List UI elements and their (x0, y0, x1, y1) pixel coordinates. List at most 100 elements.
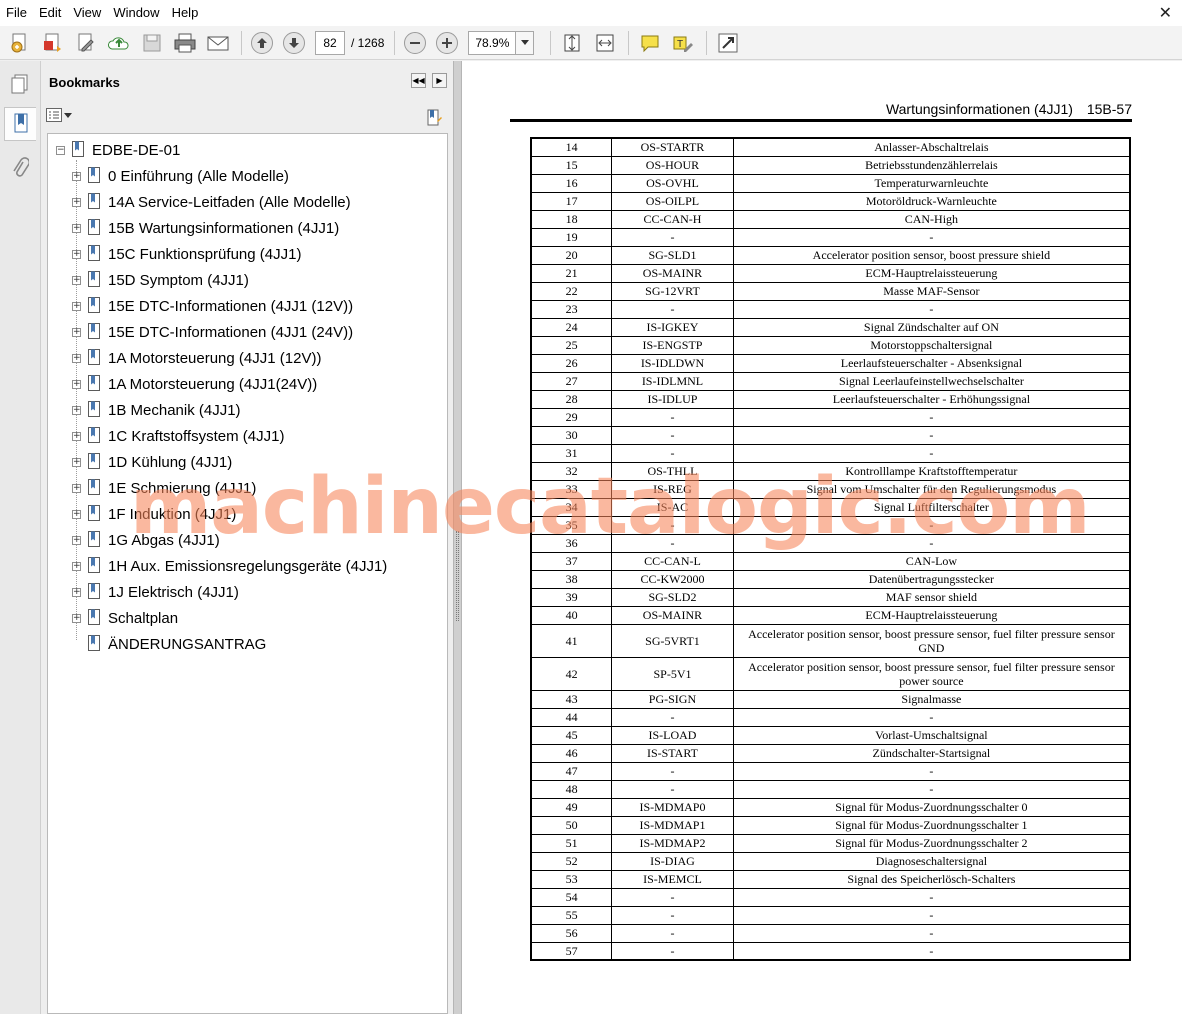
bookmark-item[interactable]: +1A Motorsteuerung (4JJ1(24V)) (72, 372, 317, 396)
fullscreen-icon[interactable] (716, 31, 740, 55)
expand-toggle[interactable]: + (72, 275, 81, 285)
bookmark-icon (88, 245, 100, 261)
zoom-in-icon[interactable] (436, 31, 459, 54)
bookmark-item[interactable]: + Schaltplan (72, 606, 178, 630)
description-cell: CAN-High (732, 209, 1131, 229)
fit-width-icon[interactable] (593, 31, 617, 55)
bookmark-item[interactable]: +1B Mechanik (4JJ1) (72, 398, 241, 422)
expand-toggle[interactable]: + (72, 509, 81, 519)
menu-edit[interactable]: Edit (33, 0, 67, 26)
bookmark-item[interactable]: +1H Aux. Emissionsregelungsgeräte (4JJ1) (72, 554, 387, 578)
bookmark-item[interactable]: +14A Service-Leitfaden (Alle Modelle) (72, 190, 351, 214)
table-row: 27 IS-IDLMNL Signal Leerlaufeinstellwechse… (530, 371, 1131, 391)
highlight-icon[interactable]: T (671, 31, 695, 55)
expand-toggle[interactable]: + (72, 353, 81, 363)
splitter-grip[interactable] (456, 531, 459, 621)
toolbar-separator (241, 30, 242, 55)
expand-toggle[interactable]: + (72, 483, 81, 493)
chevron-down-icon[interactable] (516, 30, 535, 55)
bookmark-item[interactable]: +1A Motorsteuerung (4JJ1 (12V)) (72, 346, 321, 370)
pin-number-cell: 56 (530, 923, 613, 943)
close-window-icon[interactable]: ✕ (1159, 3, 1172, 23)
bookmarks-icon[interactable] (4, 107, 36, 141)
bookmark-root[interactable]: − EDBE-DE-01 (56, 138, 180, 162)
bookmark-item[interactable]: +1G Abgas (4JJ1) (72, 528, 220, 552)
fit-page-icon[interactable] (560, 31, 584, 55)
expand-toggle[interactable]: + (72, 249, 81, 259)
page-up-icon[interactable] (251, 31, 273, 54)
bookmark-icon (88, 349, 100, 365)
expand-toggle[interactable]: + (72, 379, 81, 389)
attachments-icon[interactable] (4, 151, 36, 185)
collapse-toggle[interactable]: − (56, 145, 65, 155)
pin-number-cell: 15 (530, 155, 613, 175)
bookmark-item[interactable]: +15B Wartungsinformationen (4JJ1) (72, 216, 339, 240)
menu-view[interactable]: View (67, 0, 107, 26)
bookmark-item[interactable]: +15E DTC-Informationen (4JJ1 (24V)) (72, 320, 353, 344)
comment-icon[interactable] (638, 31, 662, 55)
print-icon[interactable] (173, 31, 197, 55)
expand-toggle[interactable]: + (72, 535, 81, 545)
document-page: Wartungsinformationen (4JJ1) 15B-57 14 OS… (462, 61, 1182, 1014)
bookmark-item[interactable]: +1E Schmierung (4JJ1) (72, 476, 256, 500)
bookmark-item[interactable]: +1J Elektrisch (4JJ1) (72, 580, 239, 604)
bookmark-item[interactable]: +15D Symptom (4JJ1) (72, 268, 249, 292)
bookmark-item[interactable]: +1F Induktion (4JJ1) (72, 502, 236, 526)
pin-number-cell: 47 (530, 761, 613, 781)
upload-cloud-icon[interactable] (107, 31, 131, 55)
expand-toggle[interactable]: + (72, 301, 81, 311)
page-thumbnails-icon[interactable] (4, 67, 36, 101)
chevron-down-icon (64, 112, 72, 118)
expand-toggle[interactable]: + (72, 171, 81, 181)
save-icon[interactable] (140, 31, 164, 55)
zoom-level-input[interactable]: 78.9% (468, 30, 517, 55)
signal-name-cell: SG-12VRT (611, 281, 734, 301)
page-down-icon[interactable] (283, 31, 305, 54)
table-row: 43 PG-SIGN Signalmasse (530, 689, 1131, 709)
bookmark-item[interactable]: +15C Funktionsprüfung (4JJ1) (72, 242, 301, 266)
bookmark-options-button[interactable] (46, 108, 72, 122)
expand-toggle[interactable]: + (72, 587, 81, 597)
bookmark-item[interactable]: +1D Kühlung (4JJ1) (72, 450, 232, 474)
create-pdf-icon[interactable] (8, 31, 32, 55)
description-cell: Motorstoppschaltersignal (732, 335, 1131, 355)
pin-number-cell: 17 (530, 191, 613, 211)
expand-toggle[interactable]: + (72, 431, 81, 441)
expand-toggle[interactable]: + (72, 405, 81, 415)
collapse-panel-icon[interactable]: ◀◀ (411, 73, 426, 88)
table-row: 30- - (530, 425, 1131, 445)
signal-name-cell: CC-CAN-H (611, 209, 734, 229)
panel-splitter[interactable] (453, 61, 462, 1014)
bookmark-item[interactable]: +15E DTC-Informationen (4JJ1 (12V)) (72, 294, 353, 318)
signal-name-cell: CC-KW2000 (611, 569, 734, 589)
edit-icon[interactable] (74, 31, 98, 55)
description-cell: MAF sensor shield (732, 587, 1131, 607)
description-cell: Motoröldruck-Warnleuchte (732, 191, 1131, 211)
new-bookmark-icon[interactable] (425, 109, 443, 130)
menu-window[interactable]: Window (107, 0, 165, 26)
menu-help[interactable]: Help (166, 0, 205, 26)
menu-file[interactable]: File (0, 0, 33, 26)
pin-number-cell: 57 (530, 941, 613, 961)
expand-panel-icon[interactable]: ▶ (432, 73, 447, 88)
email-icon[interactable] (206, 31, 230, 55)
page-number-input[interactable]: 82 (315, 30, 345, 55)
expand-toggle[interactable]: + (72, 223, 81, 233)
description-cell: Signal des Speicherlösch-Schalters (732, 869, 1131, 889)
convert-icon[interactable] (41, 31, 65, 55)
expand-toggle[interactable]: + (72, 457, 81, 467)
bookmark-item[interactable]: ÄNDERUNGSANTRAG (88, 632, 266, 656)
zoom-out-icon[interactable] (404, 31, 427, 54)
expand-toggle[interactable]: + (72, 197, 81, 207)
description-cell: Leerlaufsteuerschalter - Erhöhungssignal (732, 389, 1131, 409)
bookmark-label: 15B Wartungsinformationen (4JJ1) (108, 219, 340, 237)
description-cell: - (732, 923, 1131, 943)
pin-number-cell: 24 (530, 317, 613, 337)
expand-toggle[interactable]: + (72, 327, 81, 337)
bookmark-item[interactable]: +1C Kraftstoffsystem (4JJ1) (72, 424, 284, 448)
bookmark-item[interactable]: +0 Einführung (Alle Modelle) (72, 164, 289, 188)
signal-name-cell: IS-IDLUP (611, 389, 734, 409)
expand-toggle[interactable]: + (72, 561, 81, 571)
pin-number-cell: 49 (530, 797, 613, 817)
expand-toggle[interactable]: + (72, 613, 81, 623)
